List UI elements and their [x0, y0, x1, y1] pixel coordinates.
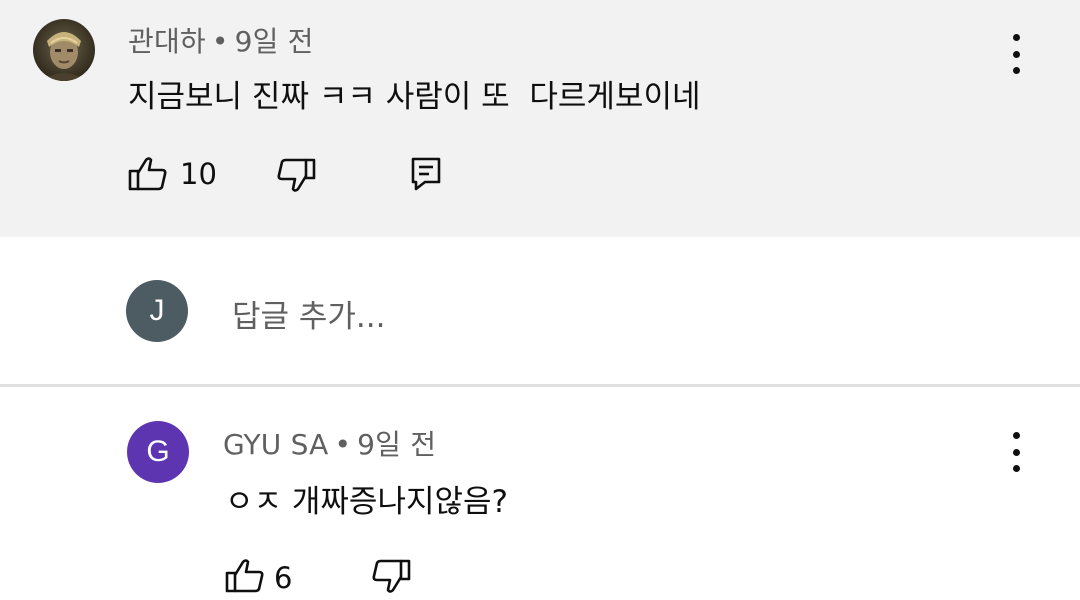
author-name[interactable]: 관대하 — [128, 25, 206, 58]
reply-text: ㅇㅈ 개짜증나지않음? — [225, 484, 508, 520]
reply-dislike-button[interactable] — [371, 558, 411, 598]
comment-thread: 관대하 • 9일 전 지금보니 진짜 ㅋㅋ 사람이 또 다르게보이네 10 — [0, 0, 1080, 237]
comment-time: 9일 전 — [234, 25, 314, 58]
dislike-button[interactable] — [276, 157, 316, 197]
comment-text: 지금보니 진짜 ㅋㅋ 사람이 또 다르게보이네 — [128, 79, 701, 115]
reply-button[interactable] — [411, 157, 441, 195]
reply-meta: GYU SA • 9일 전 — [223, 423, 436, 463]
like-count: 10 — [180, 157, 217, 191]
reply-time: 9일 전 — [357, 428, 437, 461]
thumbs-up-icon — [225, 559, 264, 593]
more-options-button[interactable] — [1004, 34, 1028, 74]
reply-more-options-button[interactable] — [1004, 432, 1028, 472]
meta-separator: • — [211, 25, 229, 58]
thumbs-up-icon — [128, 157, 167, 191]
add-reply-input[interactable]: 답글 추가... — [232, 291, 386, 336]
reply-meta-separator: • — [334, 428, 352, 461]
divider — [0, 384, 1080, 387]
user-avatar-letter: J — [149, 294, 165, 327]
reply-like-button[interactable] — [225, 558, 265, 598]
thumbs-down-icon — [277, 158, 316, 192]
comment-meta: 관대하 • 9일 전 — [128, 20, 314, 60]
more-vertical-icon — [1012, 432, 1020, 439]
like-button[interactable] — [128, 156, 168, 196]
thumbs-down-icon — [372, 559, 411, 593]
reply-author-name[interactable]: GYU SA — [223, 428, 328, 461]
reply-like-count: 6 — [274, 561, 293, 595]
reply-author-avatar[interactable]: G — [127, 421, 189, 483]
comment-reply-icon — [411, 157, 441, 191]
reply-avatar-letter: G — [146, 435, 170, 468]
more-vertical-icon — [1012, 34, 1020, 41]
user-avatar[interactable]: J — [126, 280, 188, 342]
author-avatar[interactable] — [33, 19, 95, 81]
